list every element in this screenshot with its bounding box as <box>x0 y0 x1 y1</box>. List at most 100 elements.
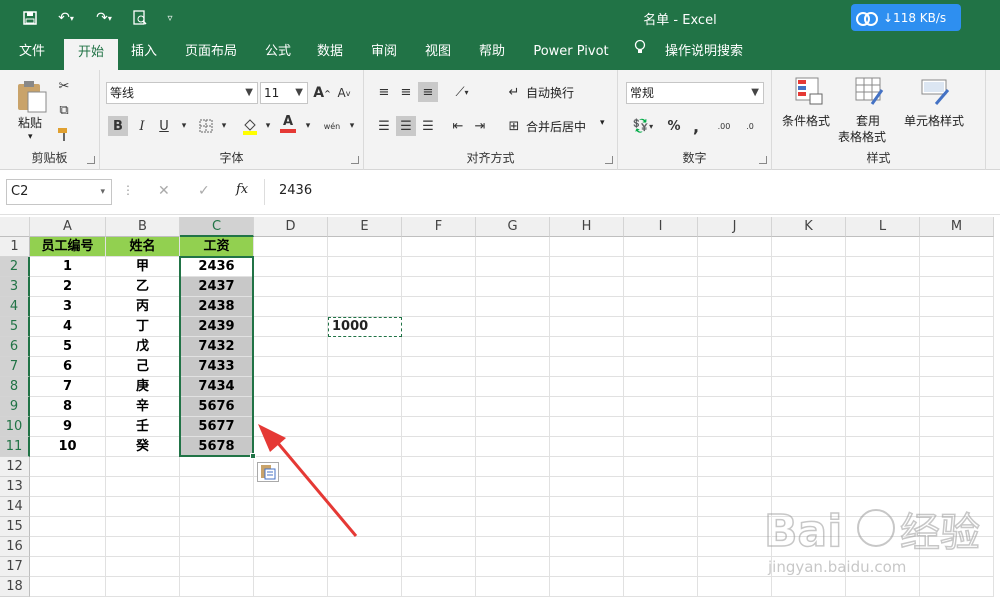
table-cell[interactable]: 2439 <box>180 317 254 337</box>
paste-label[interactable]: 粘贴 <box>18 114 42 131</box>
cell[interactable] <box>254 417 328 437</box>
cell[interactable] <box>402 537 476 557</box>
phonetic-icon[interactable]: wén <box>320 116 344 136</box>
row-header-8[interactable]: 8 <box>0 377 30 397</box>
font-launcher-icon[interactable] <box>351 156 359 164</box>
cell[interactable] <box>772 357 846 377</box>
cell[interactable] <box>476 317 550 337</box>
orientation-icon[interactable]: ⟋ ▾ <box>448 82 476 102</box>
font-name-select[interactable]: 等线 ▼ <box>106 82 258 104</box>
merge-center-icon[interactable]: ⊞ <box>504 116 524 136</box>
cell[interactable] <box>254 577 328 597</box>
cell[interactable] <box>476 477 550 497</box>
cell[interactable] <box>180 457 254 477</box>
cell[interactable] <box>402 417 476 437</box>
cell[interactable] <box>476 297 550 317</box>
cell[interactable] <box>254 317 328 337</box>
grow-font-button[interactable]: A ^ <box>312 83 332 103</box>
cell[interactable] <box>550 277 624 297</box>
cell[interactable] <box>624 517 698 537</box>
cell[interactable] <box>30 457 106 477</box>
redo-icon[interactable]: ↷ ▾ <box>88 8 120 28</box>
cell[interactable] <box>402 237 476 257</box>
cell[interactable] <box>254 337 328 357</box>
cell[interactable] <box>920 337 994 357</box>
cell[interactable] <box>254 297 328 317</box>
cell[interactable] <box>772 417 846 437</box>
cell[interactable] <box>550 317 624 337</box>
cell[interactable] <box>30 497 106 517</box>
cell[interactable] <box>402 517 476 537</box>
cell[interactable] <box>624 357 698 377</box>
cell[interactable] <box>846 577 920 597</box>
cell[interactable] <box>624 297 698 317</box>
row-header-6[interactable]: 6 <box>0 337 30 357</box>
cell[interactable] <box>476 357 550 377</box>
cell[interactable] <box>476 257 550 277</box>
cell[interactable] <box>698 377 772 397</box>
row-header-14[interactable]: 14 <box>0 497 30 517</box>
cell[interactable] <box>550 477 624 497</box>
tell-me-search[interactable]: 操作说明搜索 <box>656 36 752 70</box>
cell[interactable] <box>772 257 846 277</box>
cell[interactable] <box>476 517 550 537</box>
column-header-c[interactable]: C <box>180 217 254 237</box>
cell[interactable] <box>920 357 994 377</box>
row-header-16[interactable]: 16 <box>0 537 30 557</box>
cell[interactable] <box>698 297 772 317</box>
cell[interactable] <box>624 257 698 277</box>
clipboard-launcher-icon[interactable] <box>87 156 95 164</box>
cell[interactable] <box>106 557 180 577</box>
cell[interactable] <box>328 337 402 357</box>
cell[interactable] <box>846 377 920 397</box>
column-header-l[interactable]: L <box>846 217 920 237</box>
table-cell[interactable]: 辛 <box>106 397 180 417</box>
cell[interactable] <box>920 317 994 337</box>
cell[interactable] <box>846 457 920 477</box>
align-bottom-icon[interactable]: ≡ <box>418 82 438 102</box>
cell[interactable] <box>772 437 846 457</box>
cell[interactable] <box>106 577 180 597</box>
column-header-m[interactable]: M <box>920 217 994 237</box>
row-header-15[interactable]: 15 <box>0 517 30 537</box>
tab-insert[interactable]: 插入 <box>122 36 166 70</box>
cell[interactable] <box>624 437 698 457</box>
cell[interactable] <box>624 457 698 477</box>
comma-button[interactable]: , <box>686 116 706 136</box>
merge-dropdown-icon[interactable]: ▾ <box>600 118 605 128</box>
column-header-k[interactable]: K <box>772 217 846 237</box>
table-cell[interactable]: 壬 <box>106 417 180 437</box>
table-header-cell[interactable]: 员工编号 <box>30 237 106 257</box>
cell[interactable] <box>550 377 624 397</box>
fill-dropdown-icon[interactable]: ▾ <box>258 116 278 136</box>
cell[interactable] <box>624 577 698 597</box>
row-header-11[interactable]: 11 <box>0 437 30 457</box>
tab-file[interactable]: 文件 <box>10 36 54 70</box>
cell[interactable] <box>920 417 994 437</box>
table-header-cell[interactable]: 姓名 <box>106 237 180 257</box>
shrink-font-button[interactable]: Av <box>334 83 354 103</box>
cell[interactable] <box>180 477 254 497</box>
cell[interactable] <box>328 457 402 477</box>
cell[interactable] <box>30 577 106 597</box>
cell[interactable] <box>624 477 698 497</box>
cell[interactable] <box>846 437 920 457</box>
customize-qat-icon[interactable]: ▿ <box>162 8 178 28</box>
cell[interactable] <box>772 397 846 417</box>
number-launcher-icon[interactable] <box>759 156 767 164</box>
lightbulb-icon[interactable] <box>630 36 650 70</box>
cell[interactable] <box>846 257 920 277</box>
italic-button[interactable]: I <box>132 116 152 136</box>
table-cell[interactable]: 己 <box>106 357 180 377</box>
cell[interactable] <box>254 437 328 457</box>
row-header-17[interactable]: 17 <box>0 557 30 577</box>
cell[interactable] <box>106 517 180 537</box>
cell[interactable] <box>180 577 254 597</box>
cell[interactable] <box>254 557 328 577</box>
cell[interactable] <box>624 377 698 397</box>
format-as-table-label[interactable]: 套用 <box>856 112 880 129</box>
cell[interactable] <box>402 557 476 577</box>
wrap-text-label[interactable]: 自动换行 <box>526 84 574 101</box>
cell[interactable] <box>254 377 328 397</box>
cell[interactable] <box>328 417 402 437</box>
